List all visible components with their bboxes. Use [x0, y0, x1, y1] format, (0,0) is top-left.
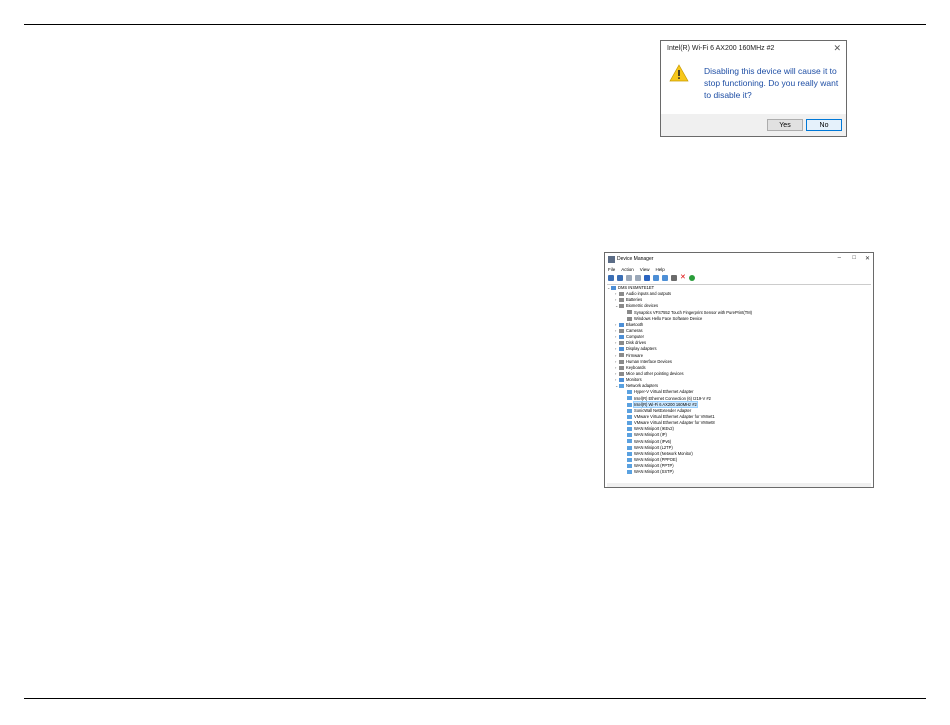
device-category-icon	[619, 384, 624, 389]
uninstall-icon[interactable]	[671, 275, 677, 281]
tree-item-label: Cameras	[626, 327, 643, 333]
tree-item-label: Biometric devices	[626, 303, 659, 309]
minimize-button[interactable]: –	[838, 255, 841, 261]
tree-item-label: WAN Miniport (PPPOE)	[634, 456, 678, 462]
device-category-icon	[627, 414, 632, 419]
device-category-icon	[619, 365, 624, 370]
device-category-icon	[627, 464, 632, 468]
device-category-icon	[627, 408, 632, 413]
tree-item-label: Human Interface Devices	[626, 358, 672, 364]
dialog-message: Disabling this device will cause it to s…	[704, 66, 839, 100]
tree-item-label: Batteries	[626, 297, 643, 303]
device-category-icon	[619, 359, 624, 364]
tree-item-label: WAN Miniport (Network Monitor)	[634, 450, 693, 456]
device-manager-icon	[608, 256, 615, 263]
update-icon[interactable]	[653, 275, 659, 281]
tree-item-label: WAN Miniport (L2TP)	[634, 444, 673, 450]
tree-item-label: WAN Miniport (IKEv2)	[634, 426, 674, 432]
device-category-icon	[627, 445, 632, 450]
device-category-icon	[627, 470, 632, 475]
device-category-icon	[619, 353, 624, 358]
top-rule	[24, 24, 926, 25]
tree-item-label: WAN Miniport (PPTP)	[634, 463, 674, 469]
menu-help[interactable]: Help	[655, 267, 664, 272]
device-category-icon	[627, 457, 632, 462]
tree-item-label: WAN Miniport (SSTP)	[634, 469, 674, 475]
device-manager-window: Device Manager – □ ✕ File Action View He…	[604, 252, 874, 488]
device-category-icon	[627, 310, 632, 315]
device-category-icon	[619, 304, 624, 309]
dialog-title: Intel(R) Wi-Fi 6 AX200 160MHz #2	[667, 45, 775, 52]
device-category-icon	[619, 347, 624, 352]
device-category-icon	[627, 421, 632, 426]
tree-item-label: Display adapters	[626, 346, 657, 352]
device-category-icon	[619, 335, 624, 340]
tree-item-label: Synaptics VFS7552 Touch Fingerprint Sens…	[634, 309, 753, 315]
menu-action[interactable]: Action	[621, 267, 634, 272]
device-category-icon	[619, 292, 624, 297]
tree-item-label: WAN Miniport (IPv6)	[634, 438, 672, 444]
tree-item-label: Monitors	[626, 377, 642, 383]
device-category-icon	[627, 433, 632, 438]
device-category-icon	[627, 427, 632, 432]
toolbar: ✕	[608, 274, 695, 282]
disable-device-dialog: Intel(R) Wi-Fi 6 AX200 160MHz #2 ✕ Disab…	[660, 40, 847, 137]
device-category-icon	[627, 439, 632, 444]
tree-item-label: Intel(R) Wi-Fi 6 AX200 160MHz #2	[633, 400, 698, 408]
tree-item-label: Network adapters	[626, 383, 659, 389]
back-icon[interactable]	[608, 275, 614, 281]
device-category-icon	[619, 371, 624, 376]
device-category-icon	[627, 396, 632, 401]
device-category-icon	[611, 285, 616, 290]
yes-button[interactable]: Yes	[767, 119, 803, 131]
tree-item-label: Mice and other pointing devices	[626, 370, 684, 376]
warning-icon	[669, 64, 689, 82]
device-category-icon	[627, 402, 632, 407]
tree-item-label: Keyboards	[626, 364, 646, 370]
window-close-button[interactable]: ✕	[865, 255, 870, 262]
device-category-icon	[619, 378, 624, 383]
tree-item-label: Audio inputs and outputs	[626, 291, 672, 297]
device-category-icon	[619, 341, 624, 346]
window-title: Device Manager	[617, 256, 654, 262]
title-bar: Device Manager – □ ✕	[605, 253, 873, 267]
tree-item-label: Firmware	[626, 352, 644, 358]
device-tree: ⌄ DMS INSMNTE1ET › Audio inputs and outputs…	[607, 284, 871, 483]
tree-item-label: VMware Virtual Ethernet Adapter for VMne…	[634, 413, 715, 419]
tree-item-label: DMS INSMNTE1ET	[618, 285, 655, 290]
scan-green-icon[interactable]	[689, 275, 695, 281]
horizontal-scrollbar[interactable]	[607, 483, 871, 487]
menu-file[interactable]: File	[608, 267, 615, 272]
dialog-footer: Yes No	[661, 114, 846, 136]
device-category-icon	[627, 451, 632, 456]
tree-item-label: Intel(R) Ethernet Connection (6) I219-V …	[634, 395, 711, 401]
tree-item-label: VMware Virtual Ethernet Adapter for VMne…	[634, 420, 715, 426]
tree-item-label: Windows Hello Face Software Device	[634, 315, 703, 321]
help-icon[interactable]	[644, 275, 650, 281]
maximize-button[interactable]: □	[852, 255, 856, 261]
tree-item-label: SonicWall NetExtender Adapter	[634, 407, 692, 413]
tree-item-label: Bluetooth	[626, 321, 644, 327]
disable-red-x-icon[interactable]: ✕	[680, 274, 686, 281]
device-category-icon	[619, 298, 624, 303]
no-button[interactable]: No	[806, 119, 842, 131]
tree-item-label: Computer	[626, 334, 644, 340]
forward-icon[interactable]	[617, 275, 623, 281]
tree-item[interactable]: WAN Miniport (SSTP)	[607, 469, 871, 475]
tree-item-label: Hyper-V Virtual Ethernet Adapter	[634, 389, 694, 395]
close-icon[interactable]: ✕	[833, 43, 841, 54]
tree-item-label: WAN Miniport (IP)	[634, 432, 667, 438]
menu-bar: File Action View Help	[608, 267, 665, 272]
menu-view[interactable]: View	[640, 267, 650, 272]
bottom-rule	[24, 698, 926, 699]
device-category-icon	[627, 390, 632, 395]
device-category-icon	[627, 316, 632, 321]
tree-item-label: Disk drives	[626, 340, 647, 346]
properties-icon[interactable]	[626, 275, 632, 281]
device-category-icon	[619, 322, 624, 327]
show-hide-icon[interactable]	[635, 275, 641, 281]
monitor-icon[interactable]	[662, 275, 668, 281]
device-category-icon	[619, 328, 624, 333]
